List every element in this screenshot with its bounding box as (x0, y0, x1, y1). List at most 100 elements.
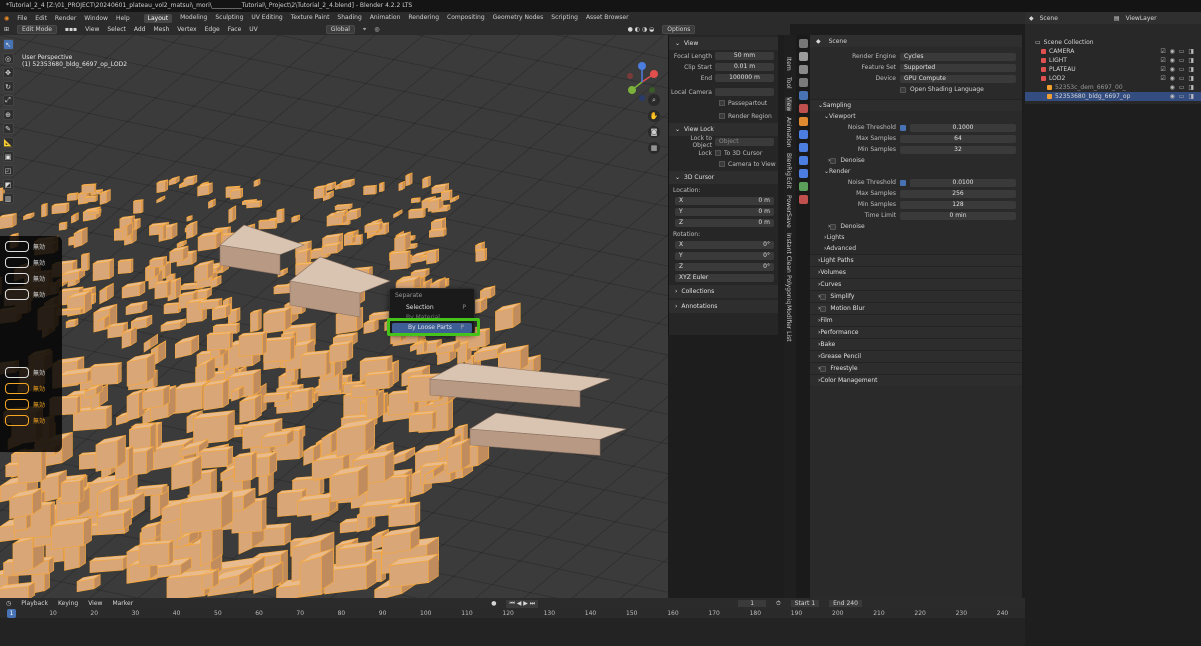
section-lights[interactable]: › Lights (810, 232, 1022, 243)
tab-rendering[interactable]: Rendering (408, 14, 439, 23)
end-frame-field[interactable]: End 240 (829, 600, 862, 607)
cursor-y-field[interactable]: Y0 m (675, 208, 774, 216)
menu-edit[interactable]: Edit (35, 15, 47, 22)
tab-modeling[interactable]: Modeling (180, 14, 207, 23)
blender-logo-icon[interactable]: ◉ (4, 15, 9, 22)
menu-view[interactable]: View (88, 600, 102, 607)
shading-modes-icon[interactable]: ● ◐ ◑ ◒ (628, 26, 655, 33)
tab-instant-clean[interactable]: Instant Clean (785, 233, 792, 273)
menu-item-selection[interactable]: Selection P (390, 303, 474, 313)
render-region-checkbox[interactable] (719, 113, 725, 119)
tab-animation[interactable]: Animation (370, 14, 401, 23)
tab-tool[interactable]: Tool (785, 77, 792, 89)
feature-set-dropdown[interactable]: Supported (900, 63, 1016, 72)
clip-start-field[interactable]: 0.01 m (715, 63, 774, 71)
r-max-samples-field[interactable]: 256 (900, 189, 1016, 198)
render-engine-dropdown[interactable]: Cycles (900, 52, 1016, 61)
section-render[interactable]: ⌄ Render (810, 166, 1022, 177)
vp-max-samples-field[interactable]: 64 (900, 134, 1016, 143)
snap-icon[interactable]: ⌖ (363, 26, 366, 34)
osl-checkbox[interactable] (900, 86, 906, 93)
device-dropdown[interactable]: GPU Compute (900, 74, 1016, 83)
rotate-tool-icon[interactable]: ↻ (2, 81, 14, 92)
section-advanced[interactable]: › Advanced (810, 243, 1022, 254)
mode-dropdown[interactable]: Edit Mode (17, 25, 57, 34)
data-props-icon[interactable] (798, 182, 808, 191)
section-curves[interactable]: › Curves (810, 278, 1022, 290)
move-tool-icon[interactable]: ✥ (2, 67, 14, 78)
output-props-icon[interactable] (798, 65, 808, 74)
cursor-z-field[interactable]: Z0 m (675, 219, 774, 227)
rotation-z-field[interactable]: Z 0° (675, 263, 774, 271)
section-vp-denoise[interactable]: › Denoise (810, 155, 1022, 166)
vp-min-samples-field[interactable]: 32 (900, 145, 1016, 154)
section-grease-pencil[interactable]: › Grease Pencil (810, 350, 1022, 362)
section-film[interactable]: › Film (810, 314, 1022, 326)
visibility-icons[interactable]: ☑ ◉ ▭ ◨ (1160, 57, 1195, 64)
3d-viewport[interactable] (0, 35, 668, 598)
particles-props-icon[interactable] (798, 143, 808, 152)
section-freestyle[interactable]: › Freestyle (810, 362, 1022, 374)
tab-view[interactable]: View (785, 97, 792, 112)
visibility-icons[interactable]: ☑ ◉ ▭ ◨ (1160, 75, 1195, 82)
tab-compositing[interactable]: Compositing (447, 14, 485, 23)
cursor-x-field[interactable]: X0 m (675, 197, 774, 205)
visibility-icons[interactable]: ☑ ◉ ▭ ◨ (1160, 48, 1195, 55)
section-bake[interactable]: › Bake (810, 338, 1022, 350)
tab-polygoniq[interactable]: Polygoniq (785, 275, 792, 304)
panel-view[interactable]: ⌄ View (669, 37, 778, 50)
passepartout-checkbox[interactable] (719, 100, 725, 106)
scene-selector[interactable]: Scene (1040, 15, 1058, 22)
time-limit-field[interactable]: 0 min (900, 211, 1016, 220)
vp-noise-field[interactable]: 0.1000 (910, 123, 1016, 132)
section-color-management[interactable]: › Color Management (810, 374, 1022, 386)
menu-uv[interactable]: UV (249, 26, 258, 33)
tab-shading[interactable]: Shading (337, 14, 361, 23)
menu-playback[interactable]: Playback (21, 600, 48, 607)
extrude-tool-icon[interactable]: ▣ (2, 151, 14, 162)
panel-3d-cursor[interactable]: ⌄ 3D Cursor (669, 171, 778, 184)
tab-asset-browser[interactable]: Asset Browser (586, 14, 629, 23)
menu-face[interactable]: Face (228, 26, 242, 33)
bevel-tool-icon[interactable]: ◩ (2, 179, 14, 190)
menu-vertex[interactable]: Vertex (177, 26, 196, 33)
vp-noise-checkbox[interactable] (900, 124, 906, 131)
playback-controls-icon[interactable]: ⏮ ◀ ▶ ⏭ (506, 599, 539, 608)
cursor-tool-icon[interactable]: ◎ (2, 53, 14, 64)
current-frame-field[interactable]: 1 (738, 600, 767, 607)
tab-item[interactable]: Item (785, 57, 792, 71)
menu-mesh[interactable]: Mesh (154, 26, 170, 33)
outliner-item-selected[interactable]: 52353680_bldg_6697_op ◉ ▭ ◨ (1025, 92, 1201, 101)
record-icon[interactable]: ● (491, 600, 496, 607)
menu-edge[interactable]: Edge (205, 26, 220, 33)
menu-view[interactable]: View (85, 26, 99, 33)
clock-icon[interactable]: ◷ (6, 600, 11, 607)
render-props-icon[interactable] (798, 52, 808, 61)
section-sampling[interactable]: ⌄ Sampling (810, 99, 1022, 111)
outliner-item[interactable]: PLATEAU ☑ ◉ ▭ ◨ (1025, 65, 1201, 74)
visibility-icons[interactable]: ◉ ▭ ◨ (1170, 93, 1195, 100)
section-motion-blur[interactable]: › Motion Blur (810, 302, 1022, 314)
outliner-item[interactable]: LOD2 ☑ ◉ ▭ ◨ (1025, 74, 1201, 83)
tab-layout[interactable]: Layout (143, 13, 173, 23)
transform-tool-icon[interactable]: ⊕ (2, 109, 14, 120)
menu-render[interactable]: Render (55, 15, 76, 22)
pan-hand-icon[interactable]: ✋ (648, 110, 660, 122)
tab-sculpting[interactable]: Sculpting (215, 14, 243, 23)
tool-props-icon[interactable] (798, 39, 808, 48)
camera-to-view-checkbox[interactable] (719, 161, 725, 167)
visibility-icons[interactable]: ☑ ◉ ▭ ◨ (1160, 66, 1195, 73)
local-camera-field[interactable] (715, 88, 774, 96)
r-noise-field[interactable]: 0.0100 (910, 178, 1016, 187)
menu-keying[interactable]: Keying (58, 600, 78, 607)
outliner-item[interactable]: 52353c_dem_6697_00_ ◉ ▭ ◨ (1025, 83, 1201, 92)
menu-select[interactable]: Select (107, 26, 126, 33)
measure-tool-icon[interactable]: 📐 (2, 137, 14, 148)
scene-props-icon[interactable] (798, 91, 808, 100)
select-box-icon[interactable]: ↖ (2, 39, 14, 50)
scale-tool-icon[interactable]: ⤢ (2, 95, 14, 106)
panel-annotations[interactable]: › Annotations (669, 300, 778, 313)
physics-props-icon[interactable] (798, 156, 808, 165)
proportional-edit-icon[interactable]: ◎ (374, 26, 379, 33)
stopwatch-icon[interactable]: ⏱ (776, 600, 781, 608)
